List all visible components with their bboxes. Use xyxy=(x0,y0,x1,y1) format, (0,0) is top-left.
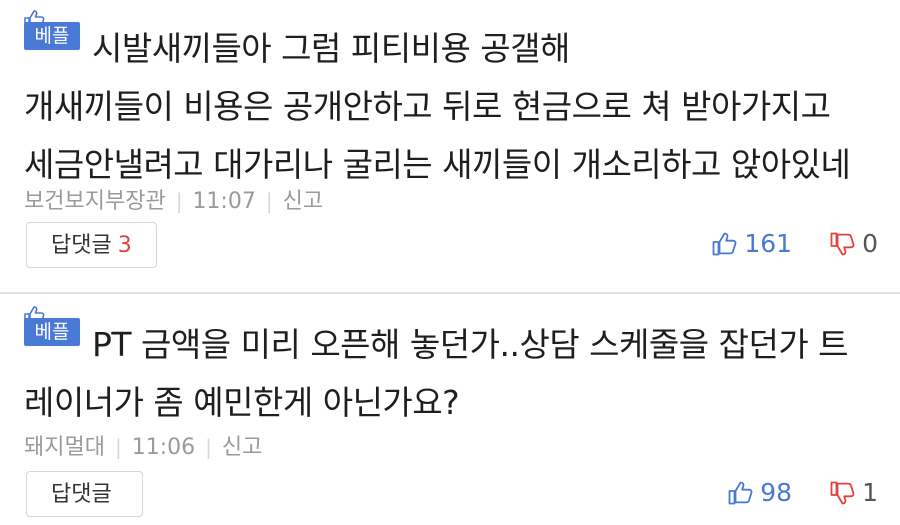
comment-meta: 보건보지부장관 | 11:07 | 신고 xyxy=(24,183,323,215)
comment-line: PT 금액을 미리 오픈해 놓던가..상담 스케줄을 잡던가 트 xyxy=(92,325,849,364)
meta-divider: | xyxy=(265,189,273,213)
reply-label: 답댓글 xyxy=(51,233,112,258)
dislike-button[interactable]: 0 xyxy=(830,229,878,258)
dislike-count: 0 xyxy=(862,229,878,258)
reply-count: 3 xyxy=(117,233,132,258)
report-link[interactable]: 신고 xyxy=(222,435,262,460)
thumbs-up-icon xyxy=(728,481,753,504)
timestamp: 11:06 xyxy=(131,435,196,460)
comment-meta: 돼지멀대 | 11:06 | 신고 xyxy=(24,429,262,461)
comment-line: 세금안낼려고 대가리나 굴리는 새끼들이 개소리하고 앉아있네 xyxy=(24,145,851,184)
comment-item: 베플 시발새끼들아 그럼 피티비용 공갤해 개새끼들이 비용은 공개안하고 뒤로 … xyxy=(0,0,900,292)
meta-divider: | xyxy=(175,189,183,213)
like-count: 98 xyxy=(760,478,793,507)
reply-button[interactable]: 답댓글 3 xyxy=(26,222,157,268)
comment-line: 레이너가 좀 예민한게 아닌가요? xyxy=(24,383,460,422)
like-count: 161 xyxy=(744,229,793,258)
vote-group: 161 0 xyxy=(712,229,878,258)
thumbs-down-icon xyxy=(830,232,855,255)
timestamp: 11:07 xyxy=(192,189,256,214)
thumbs-up-icon xyxy=(712,232,737,255)
comment-list: 베플 시발새끼들아 그럼 피티비용 공갤해 개새끼들이 비용은 공개안하고 뒤로 … xyxy=(0,0,900,525)
thumbs-down-icon xyxy=(830,481,855,504)
comment-line: 시발새끼들아 그럼 피티비용 공갤해 xyxy=(92,29,570,68)
like-button[interactable]: 98 xyxy=(728,478,792,507)
comment-text: PT 금액을 미리 오픈해 놓던가..상담 스케줄을 잡던가 트레이너가 좀 예… xyxy=(24,316,882,432)
author-name[interactable]: 보건보지부장관 xyxy=(24,189,166,214)
dislike-count: 1 xyxy=(862,478,878,507)
comment-line: 개새끼들이 비용은 공개안하고 뒤로 현금으로 쳐 받아가지고 xyxy=(24,87,831,126)
meta-divider: | xyxy=(114,435,122,459)
dislike-button[interactable]: 1 xyxy=(830,478,878,507)
report-link[interactable]: 신고 xyxy=(283,189,323,214)
like-button[interactable]: 161 xyxy=(712,229,792,258)
reply-label: 답댓글 xyxy=(51,482,112,507)
author-name[interactable]: 돼지멀대 xyxy=(24,435,105,460)
vote-group: 98 1 xyxy=(728,478,878,507)
comment-item: 베플 PT 금액을 미리 오픈해 놓던가..상담 스케줄을 잡던가 트 레이너가 … xyxy=(0,292,900,525)
meta-divider: | xyxy=(205,435,212,459)
comment-text: 시발새끼들아 그럼 피티비용 공갤해개새끼들이 비용은 공개안하고 뒤로 현금으… xyxy=(24,20,882,194)
reply-button[interactable]: 답댓글 xyxy=(26,471,143,517)
